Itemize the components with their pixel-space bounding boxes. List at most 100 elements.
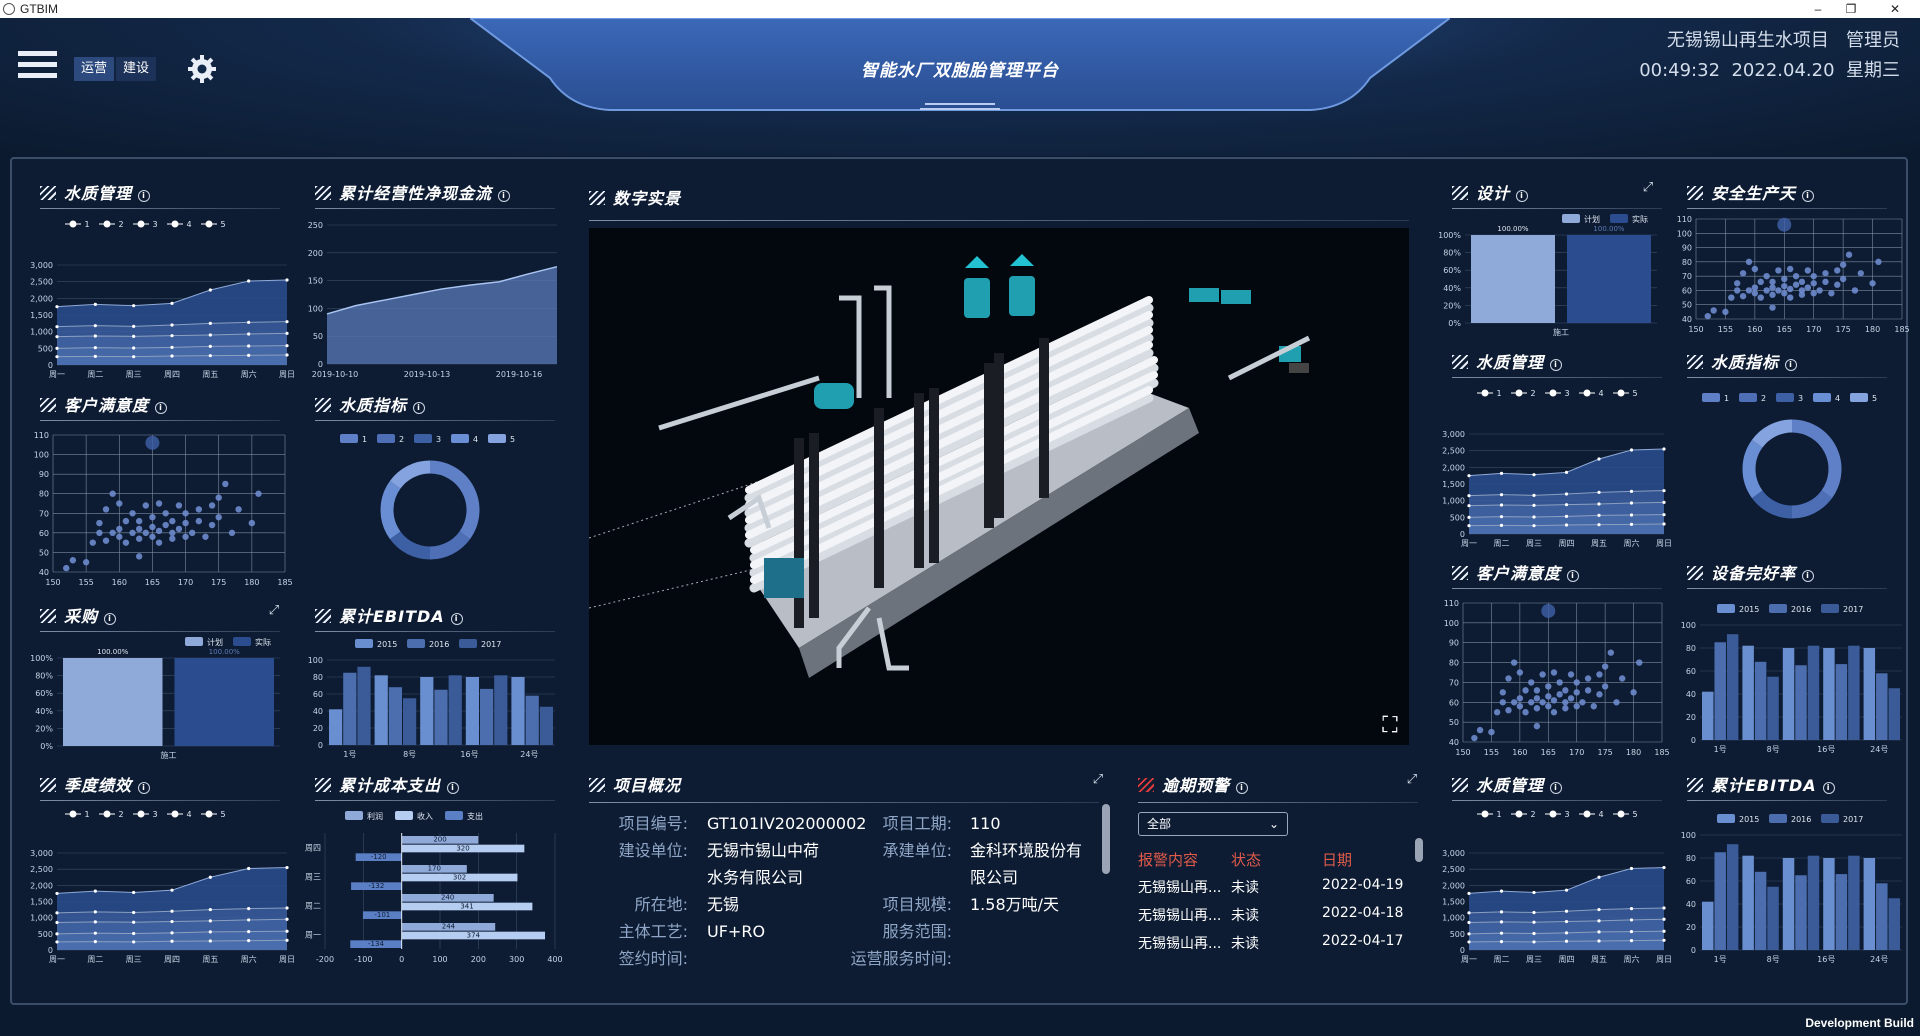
scatter-point: [169, 535, 176, 542]
scatter-point: [155, 527, 163, 535]
expand-icon[interactable]: ⤢: [1641, 181, 1655, 195]
scatter-point: [228, 529, 236, 537]
alarm-filter-select[interactable]: 全部 ⌄: [1138, 812, 1288, 836]
divider: [315, 208, 555, 209]
scatter-point: [1857, 270, 1864, 277]
help-icon[interactable]: i: [1785, 359, 1798, 371]
menu-icon[interactable]: [18, 51, 57, 81]
close-button[interactable]: ✕: [1880, 0, 1910, 18]
data-point: [247, 332, 251, 336]
y-tick-label: 2,000: [1442, 881, 1465, 890]
x-tick-label: 2019-10-13: [404, 370, 451, 379]
expand-icon[interactable]: ⤢: [267, 604, 281, 618]
help-icon[interactable]: i: [1802, 190, 1815, 202]
y-tick-label: 40%: [1443, 284, 1461, 293]
scatter-point: [1562, 699, 1569, 706]
help-icon[interactable]: i: [447, 782, 460, 794]
help-icon[interactable]: i: [1550, 782, 1563, 794]
minimize-button[interactable]: –: [1803, 0, 1833, 18]
legend-label: 2: [399, 435, 404, 444]
tab-operation[interactable]: 运营: [74, 57, 114, 81]
data-point: [1597, 907, 1601, 912]
legend-label: 3: [1564, 389, 1569, 398]
overview-labels-col1: 项目编号: 建设单位: 所在地: 主体工艺: 签约时间:: [618, 810, 688, 972]
bar-2015: [1863, 858, 1876, 950]
data-point: [55, 305, 59, 309]
legend-label: 3: [1798, 394, 1803, 403]
scatter-point: [155, 500, 163, 507]
legend-dot: [103, 220, 111, 228]
legend-label: 1: [362, 435, 367, 444]
scatter-point: [96, 519, 103, 527]
overview-scrollbar[interactable]: [1102, 804, 1110, 874]
help-icon[interactable]: i: [450, 613, 463, 625]
bar-2015: [1782, 648, 1795, 740]
scatter-point: [1769, 304, 1776, 311]
bar-2017: [1848, 855, 1860, 950]
help-icon[interactable]: i: [1567, 570, 1580, 582]
help-icon[interactable]: i: [413, 402, 426, 414]
digital-scene-viewport[interactable]: ⛶: [589, 228, 1409, 745]
help-icon[interactable]: i: [1516, 190, 1529, 202]
legend-label: 计划: [1584, 214, 1600, 224]
fullscreen-icon[interactable]: ⛶: [1377, 713, 1403, 739]
help-icon[interactable]: i: [1822, 782, 1835, 794]
help-icon[interactable]: i: [138, 782, 151, 794]
data-point: [1564, 888, 1569, 892]
data-point: [1629, 489, 1634, 493]
help-icon[interactable]: i: [1550, 359, 1563, 371]
x-tick-label: 160: [112, 578, 127, 587]
scatter-point: [1769, 291, 1776, 298]
legend-label: 1: [1496, 389, 1501, 398]
donut-slice-1: [429, 460, 480, 540]
y-tick-label: 周三: [305, 873, 321, 882]
data-point: [208, 907, 212, 912]
help-icon[interactable]: i: [498, 190, 511, 202]
alarm-scrollbar[interactable]: [1415, 838, 1423, 862]
hatch-icon: [315, 398, 331, 412]
alarm-row[interactable]: 无锡锡山再... 未读 2022-04-18: [1138, 905, 1428, 933]
help-icon[interactable]: i: [104, 613, 117, 625]
scatter-point: [116, 500, 123, 507]
value-contractor-2: 限公司: [970, 868, 1019, 887]
x-tick-label: 165: [1541, 748, 1556, 757]
scatter-point: [1798, 291, 1806, 298]
data-point: [1564, 470, 1569, 474]
help-icon[interactable]: i: [1802, 570, 1815, 582]
area-chart-water-mgmt-2: 1 2 3 4 5 3,000 2,500 2,000 1,500 1,000 500 0周一 周二 周三…: [1442, 389, 1672, 548]
x-tick-label: 24号: [1870, 745, 1888, 754]
data-point: [285, 353, 289, 357]
x-tick-label: 周三: [126, 955, 142, 964]
help-icon[interactable]: i: [155, 402, 168, 414]
scatter-point: [1751, 284, 1759, 291]
data-point: [55, 355, 59, 359]
data-point: [1499, 503, 1504, 507]
user-role[interactable]: 管理员: [1846, 30, 1900, 51]
bar-chart-equipment: 2015 2016 2017 100 80 60 40 20 0 1号 8号 16号 24号: [1681, 604, 1902, 754]
divider: [1687, 588, 1887, 589]
donut-slice-1: [1791, 419, 1842, 499]
help-icon[interactable]: i: [138, 190, 151, 202]
hatch-icon: [1687, 355, 1703, 369]
help-icon[interactable]: i: [1236, 782, 1249, 794]
alarm-row[interactable]: 无锡锡山再... 未读 2022-04-17: [1138, 933, 1428, 961]
expand-icon[interactable]: ⤢: [1405, 773, 1419, 787]
legend-label: 2016: [1791, 815, 1811, 824]
tab-construction[interactable]: 建设: [116, 57, 156, 81]
bar-2016: [525, 695, 539, 745]
expand-icon[interactable]: ⤢: [1091, 773, 1105, 787]
x-tick-label: 周日: [279, 955, 295, 964]
scatter-point: [1757, 278, 1764, 286]
y-tick-label: 100: [1444, 619, 1459, 628]
x-tick-label: 周三: [1526, 955, 1542, 964]
alarm-row[interactable]: 无锡锡山再... 未读 2022-04-19: [1138, 877, 1428, 905]
scatter-point: [135, 535, 143, 542]
y-tick-label: 20: [1686, 923, 1696, 932]
scatter-point: [1471, 734, 1478, 742]
restore-button[interactable]: ❐: [1836, 0, 1866, 18]
settings-gear-icon[interactable]: [187, 54, 217, 84]
y-tick-label: 1,000: [30, 328, 53, 337]
data-point: [1597, 939, 1601, 943]
data-point: [208, 288, 212, 292]
scatter-point: [1822, 270, 1829, 277]
